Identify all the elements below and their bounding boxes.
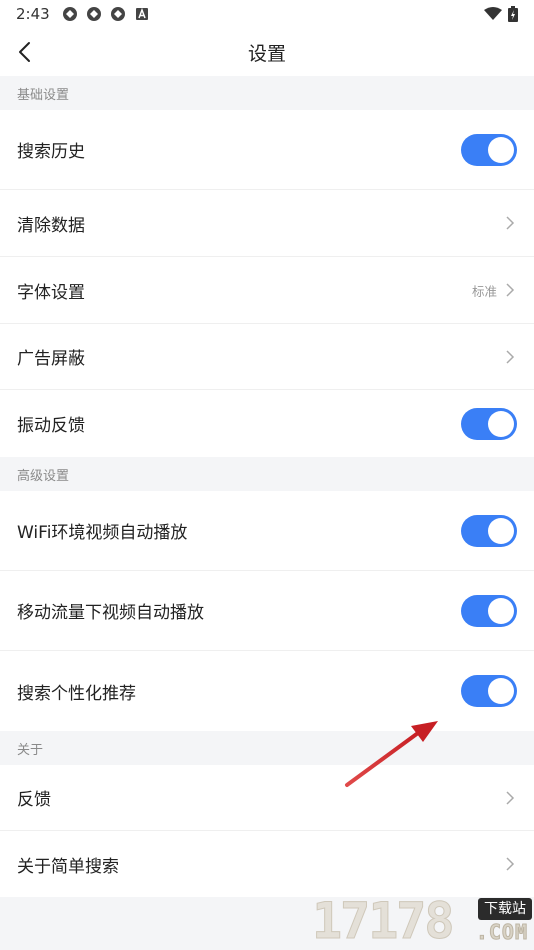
row-label: 振动反馈 (17, 416, 85, 436)
mobile-data-autoplay-toggle[interactable] (461, 594, 517, 627)
status-right-icons (484, 6, 518, 22)
a-badge-icon (135, 7, 148, 20)
row-label: 清除数据 (17, 215, 85, 236)
row-feedback[interactable]: 反馈 (0, 765, 534, 831)
chevron-right-icon (506, 283, 515, 297)
back-arrow-icon[interactable] (14, 40, 38, 64)
row-about-app[interactable]: 关于简单搜索 (0, 831, 534, 897)
row-search-history[interactable]: 搜索历史 (0, 110, 534, 190)
toggle-knob (488, 136, 514, 163)
section-label-basic: 基础设置 (0, 76, 534, 110)
row-label: 移动流量下视频自动播放 (17, 603, 204, 623)
page-title: 设置 (247, 42, 286, 65)
row-label: 搜索历史 (17, 142, 85, 162)
chevron-right-icon (506, 857, 515, 871)
font-size-value: 标准 (471, 283, 497, 299)
personalized-recommend-toggle[interactable] (461, 675, 517, 707)
section-label-advanced: 高级设置 (0, 457, 534, 491)
row-label: 关于简单搜索 (17, 856, 119, 877)
watermark-domain: .COM (475, 920, 528, 945)
search-history-toggle[interactable] (461, 133, 517, 166)
wifi-autoplay-toggle[interactable] (461, 514, 517, 547)
app-icon (110, 7, 125, 21)
chevron-right-icon (506, 349, 515, 364)
battery-icon (508, 6, 518, 22)
row-font-settings[interactable]: 字体设置 标准 (0, 257, 534, 324)
chevron-right-icon (506, 790, 515, 805)
site-watermark: 17178 下载站 .COM (304, 890, 534, 950)
watermark-number: 17178 (312, 892, 456, 950)
status-bar: 2:43 (0, 0, 534, 28)
row-clear-data[interactable]: 清除数据 (0, 190, 534, 257)
app-icon (62, 7, 77, 21)
app-icon (86, 7, 101, 21)
row-label: 字体设置 (17, 282, 85, 303)
row-wifi-autoplay[interactable]: WiFi环境视频自动播放 (0, 491, 534, 571)
row-label: 反馈 (17, 790, 51, 810)
toggle-knob (488, 678, 514, 704)
watermark-badge: 下载站 (478, 898, 532, 920)
row-vibration-feedback[interactable]: 振动反馈 (0, 390, 534, 457)
row-mobile-data-autoplay[interactable]: 移动流量下视频自动播放 (0, 571, 534, 651)
toggle-knob (488, 410, 514, 437)
row-personalized-recommend[interactable]: 搜索个性化推荐 (0, 651, 534, 731)
row-label: WiFi环境视频自动播放 (17, 523, 188, 543)
row-label: 搜索个性化推荐 (17, 683, 136, 704)
chevron-right-icon (506, 216, 515, 230)
toggle-knob (488, 597, 514, 624)
wifi-icon (484, 7, 502, 20)
status-time: 2:43 (16, 5, 50, 23)
header-bar: 设置 (0, 28, 534, 76)
toggle-knob (488, 517, 514, 544)
row-ad-block[interactable]: 广告屏蔽 (0, 324, 534, 390)
section-label-about: 关于 (0, 731, 534, 765)
vibration-feedback-toggle[interactable] (461, 407, 517, 440)
row-label: 广告屏蔽 (17, 349, 85, 369)
